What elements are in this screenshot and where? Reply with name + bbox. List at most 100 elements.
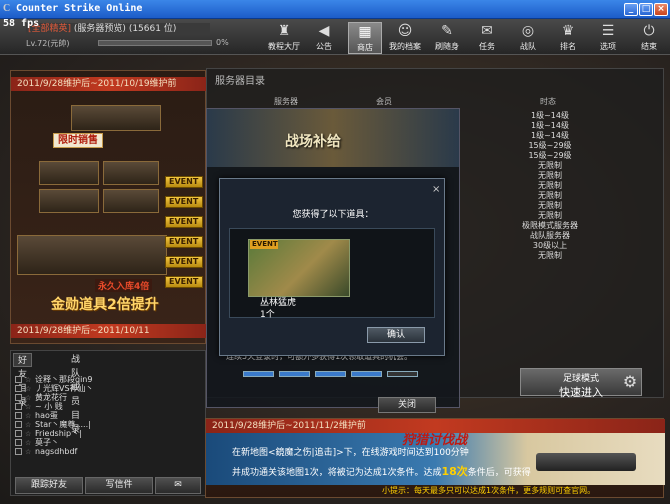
event-button[interactable]: EVENT — [165, 216, 203, 228]
close-icon[interactable]: × — [432, 184, 440, 195]
server-row[interactable]: 战队服务器 — [505, 231, 595, 241]
confirm-button[interactable]: 确认 — [367, 327, 425, 343]
friends-list: ☆ 诠释丶那段qin9 ☆ 丿光辉VS神仙丶 ☆ 黄龙花行 ☆ ~ 小 贱 ☆ hao蛋 … — [11, 375, 207, 456]
server-row[interactable]: 无限制 — [505, 171, 595, 181]
envelope-icon: ✉ — [174, 480, 182, 490]
close-button[interactable]: × — [654, 3, 668, 16]
checkbox[interactable] — [15, 403, 22, 410]
promo-gun-thumb[interactable] — [103, 161, 159, 185]
toolbar-profile[interactable]: ☺ 我的档案 — [388, 22, 422, 54]
toolbar-label: 任务 — [479, 42, 495, 51]
clan-icon: ◎ — [521, 23, 535, 39]
list-item[interactable]: ☆ nagsdhbdf — [11, 447, 207, 456]
event-button[interactable]: EVENT — [165, 256, 203, 268]
server-row[interactable]: 无限制 — [505, 181, 595, 191]
rank-icon: ♛ — [561, 23, 575, 39]
banner-text: 条件后，可获得 — [467, 468, 531, 478]
checkbox[interactable] — [15, 376, 22, 383]
list-item[interactable]: ☆ 莫子丶 — [11, 438, 207, 447]
top-toolbar: [全部精英] (服务器预览) (15661 位) Lv.72(元帥) 0% ♜ 教… — [0, 19, 670, 55]
toolbar-shop[interactable]: ▦ 商店 — [348, 22, 382, 54]
server-row[interactable]: 无限制 — [505, 211, 595, 221]
power-icon: ⏻ — [643, 23, 655, 39]
event-button[interactable]: EVENT — [165, 276, 203, 288]
toolbar-clan[interactable]: ◎ 战队 — [511, 22, 545, 54]
toolbar-label: 教程大厅 — [268, 42, 300, 51]
server-row[interactable]: 15级~29级 — [505, 151, 595, 161]
list-item[interactable]: ☆ 黄龙花行 — [11, 393, 207, 402]
checkbox[interactable] — [15, 439, 22, 446]
pencil-icon: ✎ — [441, 23, 453, 39]
fps-counter: 58 fps — [3, 18, 40, 29]
write-mail-button[interactable]: 写信件 — [85, 477, 153, 494]
server-row[interactable]: 无限制 — [505, 201, 595, 211]
server-row[interactable]: 15级~29级 — [505, 141, 595, 151]
tab-friends[interactable]: 好友目录 — [13, 353, 33, 408]
toolbar-notice[interactable]: ◀ 公告 — [307, 22, 341, 54]
event-banner[interactable]: 2011/9/28维护后~2011/11/2维护前 狩猎讨伐战 在新地图<鏡魔之… — [205, 418, 665, 498]
list-item[interactable]: ☆ ~ 小 贱 — [11, 402, 207, 411]
list-item[interactable]: ☆ 诠释丶那段qin9 — [11, 375, 207, 384]
event-badge: EVENT — [250, 240, 278, 249]
toolbar-rank[interactable]: ♛ 排名 — [551, 22, 585, 54]
server-row[interactable]: 无限制 — [505, 191, 595, 201]
checkbox[interactable] — [15, 394, 22, 401]
server-row[interactable]: 30级以上 — [505, 241, 595, 251]
friend-name: 莫子丶 — [35, 438, 59, 447]
trophy-icon: ♜ — [277, 23, 291, 39]
minimize-button[interactable]: _ — [624, 3, 638, 16]
checkbox[interactable] — [15, 421, 22, 428]
megaphone-icon: ◀ — [318, 23, 330, 39]
supply-close-button[interactable]: 关闭 — [378, 397, 436, 413]
server-row[interactable]: 1级~14级 — [505, 111, 595, 121]
event-button[interactable]: EVENT — [165, 176, 203, 188]
list-item[interactable]: ☆ hao蛋 — [11, 411, 207, 420]
user-exp: (15661 位) — [128, 24, 177, 34]
toolbar-options[interactable]: ☰ 选项 — [591, 22, 625, 54]
list-item[interactable]: ☆ Star丶魔尊.....| — [11, 420, 207, 429]
profile-icon: ☺ — [397, 23, 413, 39]
banner-hint: 小提示：每天最多只可以达成1次条件，更多规则可查官网。 — [382, 486, 596, 495]
server-row[interactable]: 极限模式服务器 — [505, 221, 595, 231]
promo-gun-thumb[interactable] — [39, 189, 99, 213]
toolbar-label: 刷随身 — [435, 42, 459, 51]
toolbar-exit[interactable]: ⏻ 结束 — [632, 22, 666, 54]
checkbox[interactable] — [15, 430, 22, 437]
toolbar-refresh[interactable]: ✎ 刷随身 — [430, 22, 464, 54]
server-row[interactable]: 1级~14级 — [505, 121, 595, 131]
server-row[interactable]: 1级~14级 — [505, 131, 595, 141]
banner-gun-image — [536, 453, 636, 471]
toolbar-tutorial[interactable]: ♜ 教程大厅 — [267, 22, 301, 54]
friends-buttons: 跟踪好友 写信件 ✉ — [11, 477, 207, 495]
checkbox[interactable] — [15, 385, 22, 392]
list-item[interactable]: ☆ 丿光辉VS神仙丶 — [11, 384, 207, 393]
login-progress-segment — [315, 371, 346, 377]
user-name-bar: [全部精英] (服务器预览) (15661 位) — [26, 23, 210, 35]
toolbar-label: 我的档案 — [389, 42, 421, 51]
promo-gun-thumb[interactable] — [39, 161, 99, 185]
track-friend-button[interactable]: 跟踪好友 — [15, 477, 83, 494]
server-row[interactable]: 无限制 — [505, 161, 595, 171]
event-button[interactable]: EVENT — [165, 196, 203, 208]
login-progress-segment — [387, 371, 418, 377]
checkbox[interactable] — [15, 412, 22, 419]
mailbox-button[interactable]: ✉ — [155, 477, 201, 494]
checkbox[interactable] — [15, 448, 22, 455]
promo-gun-thumb[interactable] — [103, 189, 159, 213]
member-col-header: 会员 — [376, 97, 392, 106]
event-button[interactable]: EVENT — [165, 236, 203, 248]
user-room: (服务器预览) — [73, 24, 126, 34]
tab-clan-members[interactable]: 战队成员目录 — [67, 353, 84, 435]
permanent-badge: 永久入库4倍 — [95, 279, 153, 292]
toolbar-mission[interactable]: ✉ 任务 — [470, 22, 504, 54]
gear-icon[interactable]: ⚙ — [618, 370, 642, 394]
status-icon: ☆ — [25, 448, 32, 456]
friends-panel: 好友目录 战队成员目录 ☆ 诠释丶那段qin9 ☆ 丿光辉VS神仙丶 ☆ 黄龙花行 ☆… — [10, 350, 206, 496]
promo-header: 2011/9/28维护后~2011/10/19维护前 — [11, 77, 207, 91]
dialog-title: 您获得了以下道具： — [292, 210, 374, 220]
list-item[interactable]: ☆ Friedship丶| — [11, 429, 207, 438]
maximize-button[interactable]: □ — [639, 3, 653, 16]
banner-text: 并成功通关该地图1次，将被记为达成1次条件。达成 — [232, 468, 442, 478]
friend-name: hao蛋 — [35, 411, 58, 420]
server-row[interactable]: 无限制 — [505, 251, 595, 261]
